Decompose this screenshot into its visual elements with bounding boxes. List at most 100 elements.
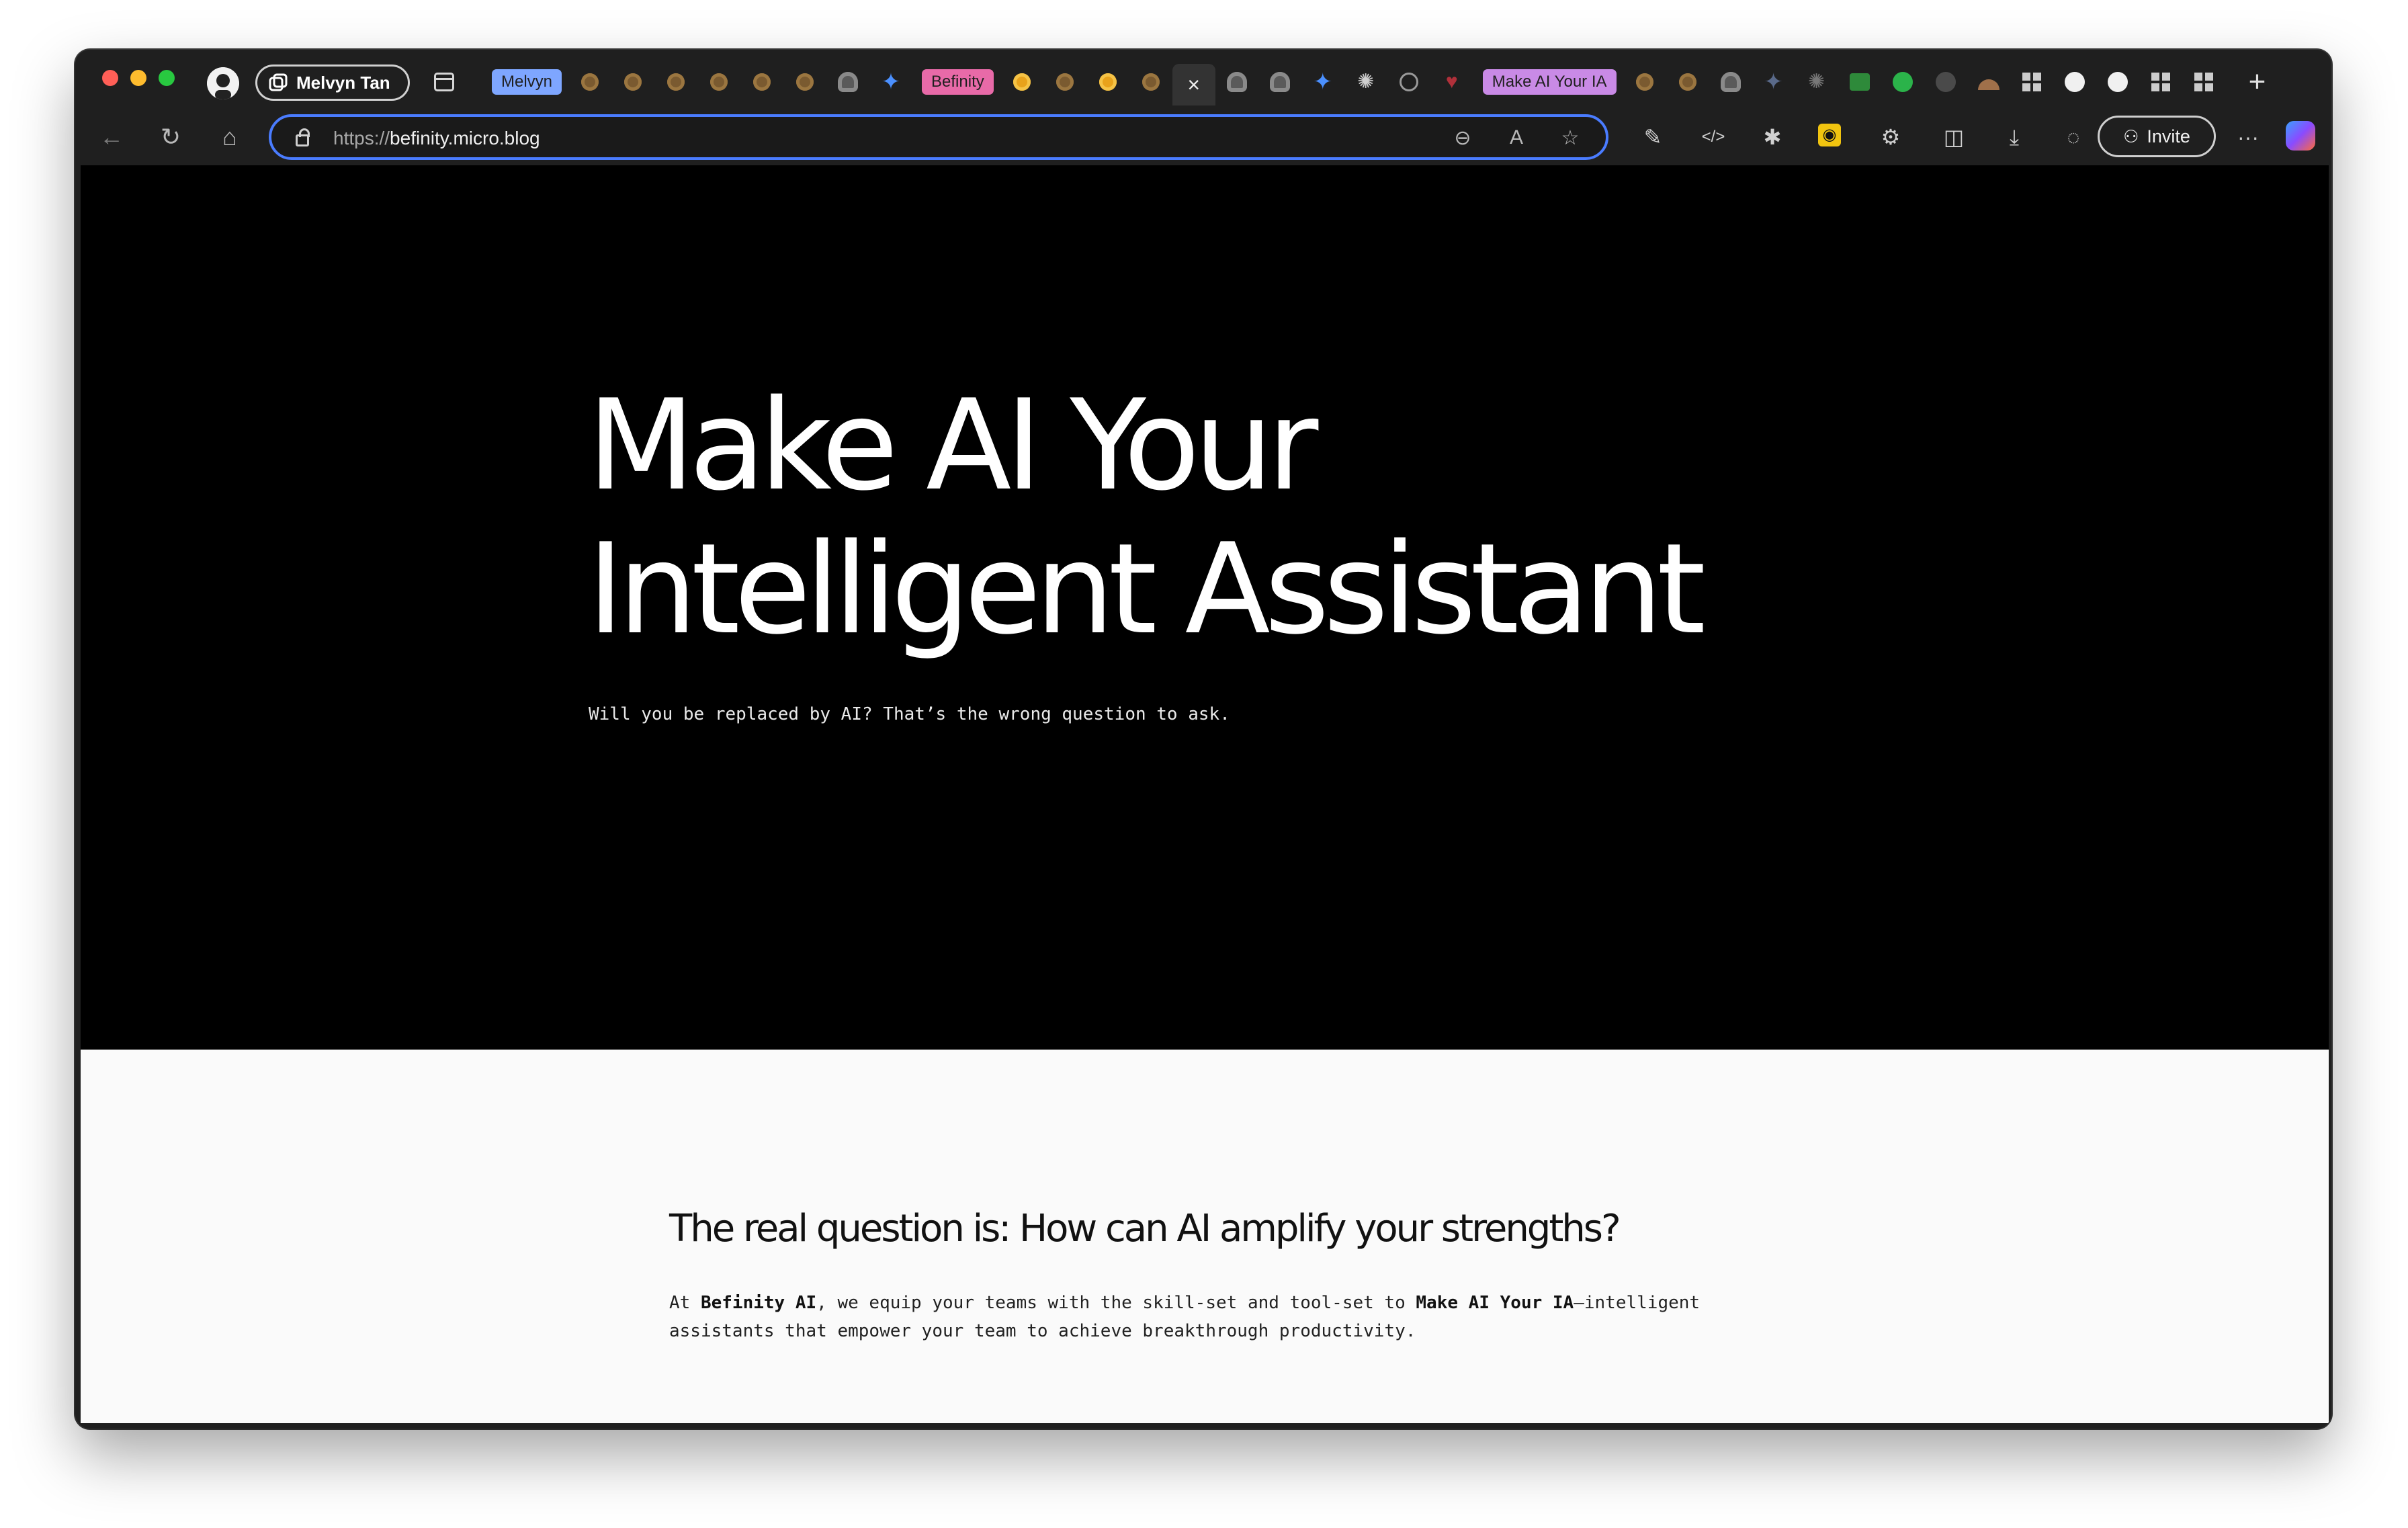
tab[interactable] — [697, 63, 740, 101]
gold-favicon-icon — [1099, 73, 1117, 91]
hero-title-line-1: Make AI Your — [587, 372, 1318, 518]
tab[interactable] — [1709, 63, 1752, 101]
close-window-button[interactable] — [102, 70, 118, 86]
tab[interactable]: ✦ — [1301, 63, 1344, 101]
gift-extension-icon[interactable]: ✱ — [1759, 124, 1786, 151]
copilot-icon[interactable] — [2286, 121, 2315, 151]
hero-section: Make AI Your Intelligent Assistant Will … — [81, 165, 2329, 1050]
reload-icon[interactable]: ↻ — [156, 122, 185, 152]
bread-favicon-icon — [1056, 73, 1074, 91]
arrow-left-icon[interactable]: ← — [97, 122, 126, 152]
ellipsis-icon[interactable]: ··· — [2235, 124, 2262, 151]
bread-favicon-icon — [1142, 73, 1160, 91]
tab[interactable] — [1043, 63, 1086, 101]
tab[interactable] — [2010, 63, 2053, 101]
tab-group-befinity[interactable]: Befinity — [922, 69, 994, 95]
active-tab[interactable]: × — [1172, 64, 1215, 105]
zoom-out-icon[interactable]: ⊖ — [1451, 126, 1474, 150]
code-extension-icon[interactable]: </> — [1700, 124, 1727, 151]
profile-name: Melvyn Tan — [296, 72, 390, 93]
tab[interactable] — [1215, 63, 1258, 101]
tab[interactable] — [1666, 63, 1709, 101]
ghost-favicon-icon — [1269, 72, 1290, 92]
bread-favicon-icon — [667, 73, 685, 91]
tab[interactable] — [1387, 63, 1430, 101]
tab-group-make-ai-your-ia[interactable]: Make AI Your IA — [1482, 69, 1617, 95]
tab[interactable]: ✦ — [1752, 63, 1795, 101]
home-icon[interactable]: ⌂ — [215, 122, 245, 152]
tab[interactable]: ✺ — [1344, 63, 1387, 101]
sparkle-favicon-icon: ✦ — [1764, 69, 1783, 95]
tab-group-melvyn[interactable]: Melvyn — [492, 69, 562, 95]
tab[interactable] — [2053, 63, 2096, 101]
ghost-favicon-icon — [1720, 72, 1741, 92]
ghost-favicon-icon — [838, 72, 859, 92]
tab[interactable] — [826, 63, 869, 101]
tab[interactable]: ✦ — [869, 63, 912, 101]
heart-favicon-icon: ♥ — [1445, 71, 1458, 93]
chat-icon[interactable]: ◌ — [2060, 124, 2087, 151]
tab[interactable] — [654, 63, 697, 101]
bread-favicon-icon — [753, 73, 771, 91]
hero-subtitle: Will you be replaced by AI? That’s the w… — [589, 704, 1230, 724]
workspace-profile-button[interactable]: Melvyn Tan — [255, 65, 410, 101]
read-aloud-icon[interactable]: A — [1505, 126, 1528, 149]
puzzle-icon[interactable]: ⚙ — [1877, 124, 1904, 151]
grid-favicon-icon — [2194, 73, 2213, 91]
hero-title-line-2: Intelligent Assistant — [587, 516, 1706, 662]
tab-list: Melvyn ✦ Befinity × ✦ ✺ ♥ Make AI Your I… — [485, 62, 2278, 105]
tab[interactable] — [1924, 63, 1967, 101]
tagline-emphasis: Make AI Your IA — [1416, 1293, 1574, 1313]
github-favicon-icon — [2107, 72, 2128, 92]
star-favicon-icon — [1935, 72, 1956, 92]
tab[interactable] — [1129, 63, 1172, 101]
section-heading: The real question is: How can AI amplify… — [669, 1207, 1621, 1250]
address-bar[interactable]: https://befinity.micro.blog ⊖ A ☆ — [269, 114, 1608, 160]
download-icon[interactable]: ⤓ — [2001, 124, 2028, 151]
lock-icon[interactable] — [296, 128, 310, 146]
minimize-window-button[interactable] — [130, 70, 146, 86]
url-text[interactable]: https://befinity.micro.blog — [333, 128, 540, 149]
browser-window: Melvyn Tan Melvyn ✦ Befinity × ✦ ✺ ♥ Mak… — [75, 50, 2331, 1429]
section-body: At Befinity AI, we equip your teams with… — [669, 1293, 1701, 1341]
tab[interactable] — [1623, 63, 1666, 101]
close-tab-icon[interactable]: × — [1187, 74, 1200, 95]
star-icon[interactable]: ☆ — [1559, 126, 1582, 150]
tab[interactable] — [1881, 63, 1924, 101]
tab[interactable] — [2182, 63, 2225, 101]
openai-favicon-icon: ✺ — [1357, 71, 1375, 93]
sparkle-favicon-icon: ✦ — [1313, 69, 1332, 95]
avatar-icon — [207, 67, 239, 99]
tab[interactable] — [1000, 63, 1043, 101]
tab[interactable]: ♥ — [1430, 63, 1473, 101]
bread-favicon-icon — [796, 73, 814, 91]
profile-avatar[interactable] — [207, 67, 239, 99]
bread-favicon-icon — [710, 73, 728, 91]
vertical-tabs-icon[interactable] — [434, 73, 454, 91]
new-tab-button[interactable]: + — [2239, 67, 2276, 97]
tab[interactable]: ✺ — [1795, 63, 1838, 101]
tab[interactable] — [1086, 63, 1129, 101]
people-icon: ⚇ — [2123, 126, 2139, 146]
tab[interactable] — [568, 63, 611, 101]
emoji-extension-icon[interactable]: ◉ — [1818, 124, 1841, 146]
tab[interactable] — [2096, 63, 2139, 101]
invite-button[interactable]: ⚇ Invite — [2098, 116, 2216, 157]
pencil-extension-icon[interactable]: ✎ — [1639, 124, 1666, 151]
grid-favicon-icon — [2151, 73, 2170, 91]
copilot-favicon-icon — [2064, 72, 2085, 92]
globe-favicon-icon — [1399, 73, 1418, 91]
split-screen-icon[interactable]: ◫ — [1940, 124, 1967, 151]
web-page: Make AI Your Intelligent Assistant Will … — [81, 165, 2329, 1423]
tab[interactable] — [1258, 63, 1301, 101]
bread-favicon-icon — [1635, 73, 1653, 91]
tab[interactable] — [783, 63, 826, 101]
tab[interactable] — [1838, 63, 1881, 101]
invite-label: Invite — [2147, 126, 2190, 146]
zoom-window-button[interactable] — [159, 70, 175, 86]
tab[interactable] — [611, 63, 654, 101]
tab[interactable] — [2139, 63, 2182, 101]
tab[interactable] — [1967, 63, 2010, 101]
tab[interactable] — [740, 63, 783, 101]
hill-favicon-icon — [1977, 79, 2000, 90]
